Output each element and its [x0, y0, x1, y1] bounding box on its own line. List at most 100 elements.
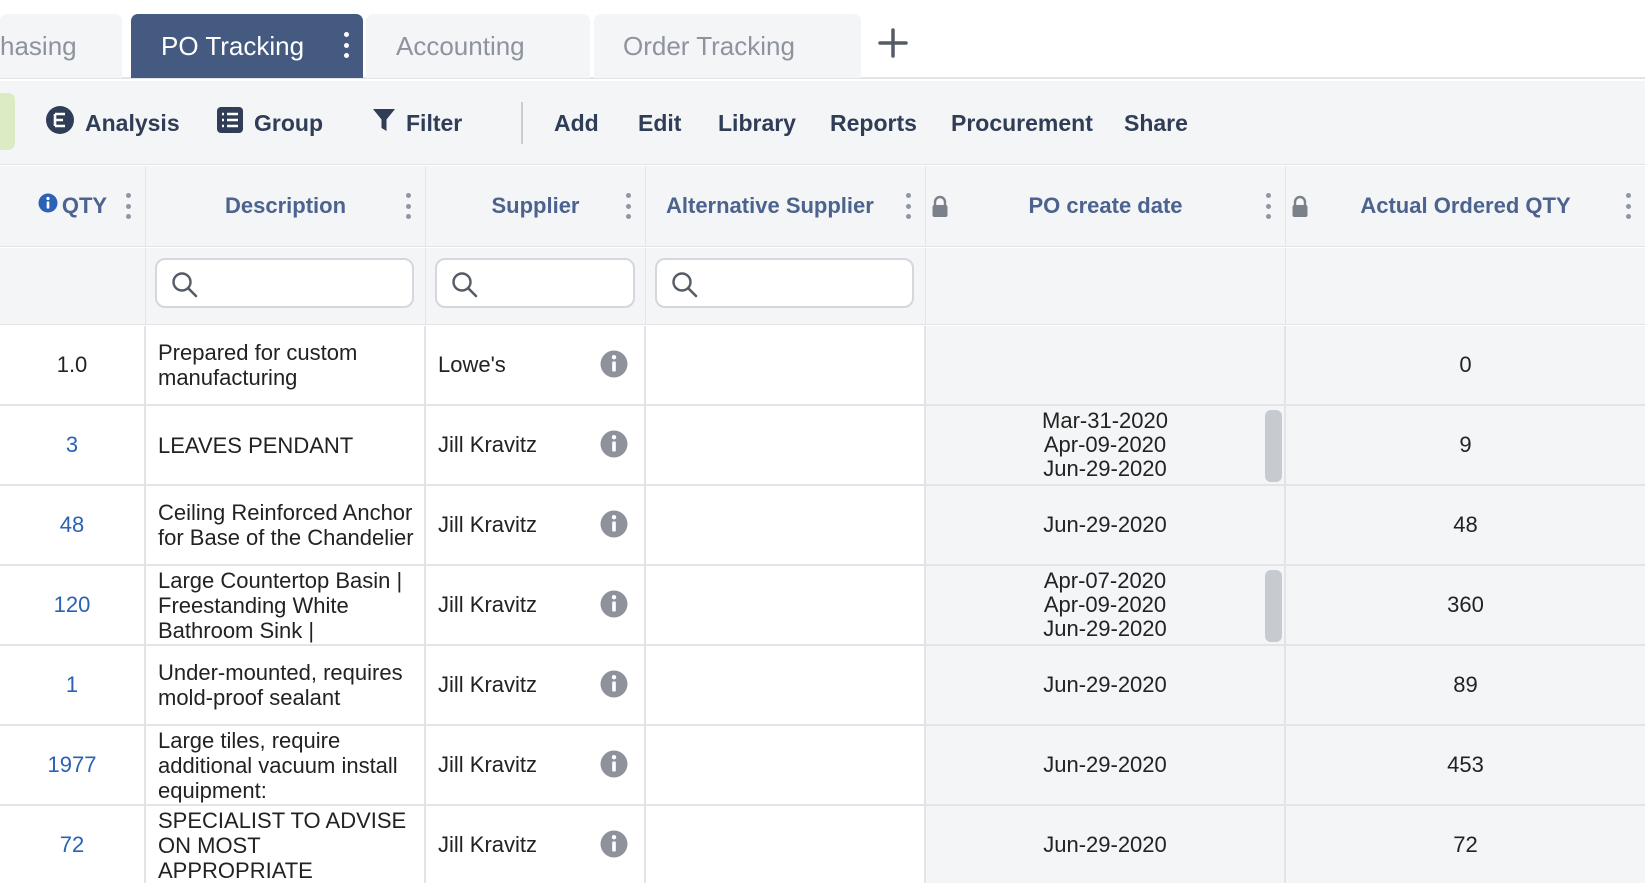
table-cell-supplier: Jill Kravitz — [426, 406, 646, 486]
tab-bar: hasing PO Tracking Accounting Order Trac… — [0, 0, 1645, 79]
share-button[interactable]: Share — [1124, 81, 1188, 165]
table-cell-dates: Jun-29-2020 — [926, 646, 1286, 726]
column-menu-icon[interactable] — [405, 193, 411, 219]
lock-icon — [1291, 195, 1309, 225]
column-menu-icon[interactable] — [625, 193, 631, 219]
table-cell-alt-supplier — [646, 406, 926, 486]
table-cell-qty[interactable]: 1.0 — [0, 326, 146, 406]
tab-accounting[interactable]: Accounting — [366, 14, 590, 78]
actual-qty-value: 453 — [1447, 752, 1484, 777]
search-icon — [172, 272, 198, 298]
po-table: QTY Description Supplier Alternative Sup… — [0, 166, 1645, 883]
qty-value[interactable]: 72 — [60, 832, 84, 858]
edit-button[interactable]: Edit — [638, 81, 681, 165]
column-menu-icon[interactable] — [1625, 193, 1631, 219]
description-search-input[interactable] — [155, 258, 414, 308]
po-date: Apr-09-2020 — [1043, 432, 1167, 457]
cell-scrollbar[interactable] — [1265, 570, 1282, 642]
column-header-qty[interactable]: QTY — [0, 166, 146, 247]
filter-button[interactable]: Filter — [372, 81, 462, 165]
tab-purchasing[interactable]: hasing — [0, 14, 122, 78]
description-text: Under-mounted, requires mold-proof seala… — [158, 660, 403, 710]
filter-cell-po-create-date — [926, 248, 1286, 325]
supplier-name: Jill Kravitz — [438, 512, 538, 537]
po-date: Apr-07-2020 — [1043, 568, 1167, 593]
supplier-name: Jill Kravitz — [438, 672, 538, 697]
tab-label: PO Tracking — [161, 30, 305, 61]
filter-cell-alternative-supplier — [646, 248, 926, 325]
po-date: Jun-29-2020 — [1043, 456, 1167, 481]
supplier-info-icon[interactable] — [600, 590, 628, 624]
table-cell-qty[interactable]: 48 — [0, 486, 146, 566]
supplier-info-icon[interactable] — [600, 670, 628, 704]
table-cell-dates — [926, 326, 1286, 406]
table-cell-qty[interactable]: 1977 — [0, 726, 146, 806]
table-cell-description: SPECIALIST TO ADVISE ON MOST APPROPRIATE — [146, 806, 426, 883]
procurement-button[interactable]: Procurement — [951, 81, 1093, 165]
qty-value[interactable]: 1 — [66, 672, 78, 698]
qty-value[interactable]: 120 — [54, 592, 91, 618]
column-header-label: Description — [224, 193, 347, 218]
description-text: Prepared for custom manufacturing — [158, 340, 358, 390]
column-header-supplier[interactable]: Supplier — [426, 166, 646, 247]
supplier-info-icon[interactable] — [600, 430, 628, 464]
tab-order-tracking[interactable]: Order Tracking — [594, 14, 861, 78]
table-cell-qty[interactable]: 1 — [0, 646, 146, 726]
tab-po-tracking[interactable]: PO Tracking — [131, 14, 363, 78]
column-header-actual-ordered-qty[interactable]: Actual Ordered QTY — [1286, 166, 1645, 247]
supplier-info-icon[interactable] — [600, 350, 628, 384]
supplier-info-icon[interactable] — [600, 750, 628, 784]
supplier-info-icon[interactable] — [600, 510, 628, 544]
group-button[interactable]: Group — [216, 81, 323, 165]
actual-qty-value: 72 — [1453, 832, 1478, 857]
table-cell-qty[interactable]: 120 — [0, 566, 146, 646]
tab-menu-icon[interactable] — [343, 32, 349, 58]
supplier-info-icon[interactable] — [600, 830, 628, 864]
reports-button[interactable]: Reports — [830, 81, 917, 165]
po-date: Jun-29-2020 — [1043, 672, 1167, 697]
actual-qty-value: 89 — [1453, 672, 1478, 697]
supplier-search-input[interactable] — [435, 258, 635, 308]
po-date: Jun-29-2020 — [1043, 616, 1167, 641]
column-header-description[interactable]: Description — [146, 166, 426, 247]
table-cell-description: Under-mounted, requires mold-proof seala… — [146, 646, 426, 726]
column-header-label: Supplier — [491, 193, 580, 218]
info-icon[interactable] — [38, 193, 58, 219]
po-date: Jun-29-2020 — [1043, 832, 1167, 857]
qty-value[interactable]: 1977 — [48, 752, 97, 778]
analysis-button[interactable]: Analysis — [45, 81, 180, 165]
group-label: Group — [254, 109, 323, 136]
filter-cell-actual-ordered-qty — [1286, 248, 1645, 325]
column-header-alternative-supplier[interactable]: Alternative Supplier — [646, 166, 926, 247]
edit-label: Edit — [638, 109, 682, 136]
column-header-po-create-date[interactable]: PO create date — [926, 166, 1286, 247]
column-header-label: PO create date — [1028, 193, 1183, 218]
column-menu-icon[interactable] — [1265, 193, 1271, 219]
table-cell-alt-supplier — [646, 806, 926, 883]
supplier-name: Lowe's — [438, 352, 506, 377]
column-header-label: QTY — [61, 193, 108, 218]
table-cell-dates: Jun-29-2020 — [926, 726, 1286, 806]
table-cell-alt-supplier — [646, 486, 926, 566]
column-menu-icon[interactable] — [125, 193, 131, 219]
tab-label: hasing — [0, 30, 77, 61]
table-cell-alt-supplier — [646, 646, 926, 726]
alternative-supplier-search-input[interactable] — [655, 258, 914, 308]
qty-value[interactable]: 3 — [66, 432, 78, 458]
table-cell-qty[interactable]: 72 — [0, 806, 146, 883]
column-menu-icon[interactable] — [905, 193, 911, 219]
table-cell-qty[interactable]: 3 — [0, 406, 146, 486]
toolbar-divider — [521, 102, 523, 144]
table-cell-actual: 0 — [1286, 326, 1645, 406]
add-tab-plus-icon[interactable] — [876, 26, 910, 60]
library-button[interactable]: Library — [718, 81, 796, 165]
qty-value[interactable]: 48 — [60, 512, 84, 538]
column-header-label: Alternative Supplier — [666, 193, 874, 218]
cell-scrollbar[interactable] — [1265, 410, 1282, 482]
table-cell-actual: 360 — [1286, 566, 1645, 646]
toolbar-scroll-stub[interactable] — [0, 93, 15, 150]
analysis-icon — [45, 105, 75, 141]
add-button[interactable]: Add — [554, 81, 599, 165]
table-cell-description: LEAVES PENDANT — [146, 406, 426, 486]
po-date: Apr-09-2020 — [1043, 592, 1167, 617]
